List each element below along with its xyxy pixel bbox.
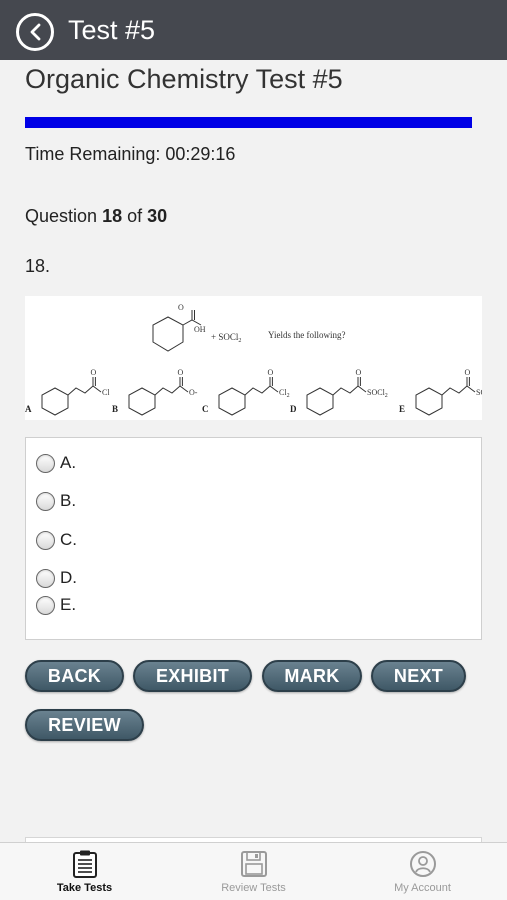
radio-button[interactable]	[36, 491, 55, 511]
radio-button[interactable]	[36, 453, 55, 473]
answer-list: E. A. B. C. D.	[25, 437, 482, 640]
nav-bar: Test #5	[0, 0, 507, 60]
question-counter: Question 18 of 30	[25, 206, 167, 227]
tab-label: My Account	[394, 882, 451, 894]
option-group: O-	[189, 388, 198, 397]
tab-take-tests[interactable]: Take Tests	[0, 843, 169, 900]
answer-label: B.	[60, 491, 77, 510]
user-circle-icon	[409, 851, 436, 877]
question-current: 18	[102, 206, 123, 226]
question-number: 18.	[25, 256, 51, 276]
answer-label: E.	[60, 595, 77, 614]
option-group: SOCl2	[367, 388, 388, 399]
option-letter: C	[202, 404, 209, 414]
radio-button[interactable]	[36, 568, 55, 588]
answer-option-e[interactable]: E.	[36, 593, 76, 617]
option-letter: D	[290, 404, 297, 414]
answer-option-a[interactable]: A.	[36, 451, 76, 475]
reagent-subscript: 2	[238, 338, 241, 344]
figure-prompt: Yields the following?	[268, 330, 346, 340]
answer-option-d[interactable]: D.	[36, 566, 77, 590]
option-group: SO3	[476, 388, 482, 399]
question-prefix: Question	[25, 206, 98, 226]
option-group: Cl2	[279, 388, 290, 399]
option-structure-e: O E SO3	[399, 368, 489, 416]
carbonyl-o: O	[91, 368, 97, 377]
option-letter: A	[25, 404, 32, 414]
radio-button[interactable]	[36, 595, 55, 615]
nav-title: Test #5	[68, 15, 156, 45]
time-remaining: Time Remaining: 00:29:16	[25, 144, 236, 164]
mark-button[interactable]: MARK	[262, 660, 362, 692]
back-question-button[interactable]: BACK	[25, 660, 124, 692]
progress-fill	[25, 117, 472, 128]
answer-option-c[interactable]: C.	[36, 528, 77, 552]
option-group: Cl	[102, 388, 110, 397]
option-structure-c: O C Cl2	[202, 368, 290, 416]
carbonyl-o: O	[356, 368, 362, 377]
test-title: Organic Chemistry Test #5	[25, 64, 343, 94]
question-figure: O OH + SOCl2 Yields the following? O A Cl O…	[25, 296, 489, 420]
tab-bar: Take Tests Review Tests My Account	[0, 842, 507, 900]
tab-label: Review Tests	[221, 882, 286, 894]
option-structure-d: O D SOCl2	[290, 368, 388, 416]
radio-button[interactable]	[36, 530, 55, 550]
tab-label: Take Tests	[56, 882, 113, 894]
answer-label: C.	[60, 530, 77, 549]
answer-label: D.	[60, 568, 77, 587]
option-structure-a: O A Cl	[25, 368, 110, 416]
tab-my-account[interactable]: My Account	[338, 843, 507, 900]
floppy-disk-icon	[240, 851, 267, 877]
clipboard-icon	[72, 850, 97, 878]
reaction-diagram: O OH + SOCl2 Yields the following? OAClO…	[25, 303, 489, 416]
option-structure-b: O B O-	[112, 368, 198, 416]
carbonyl-o: O	[178, 368, 184, 377]
progress-bar	[25, 117, 472, 128]
option-letter: B	[112, 404, 118, 414]
tab-review-tests[interactable]: Review Tests	[169, 843, 338, 900]
reactant-ring	[152, 316, 184, 352]
carbonyl-o: O	[465, 368, 471, 377]
review-button[interactable]: REVIEW	[25, 709, 144, 741]
exhibit-button[interactable]: EXHIBIT	[133, 660, 252, 692]
reagent-label: + SOCl2	[211, 332, 241, 344]
answer-option-b[interactable]: B.	[36, 489, 76, 513]
reactant-oh: OH	[194, 325, 206, 334]
chevron-left-icon	[30, 23, 41, 41]
answer-label: A.	[60, 453, 77, 472]
question-total: 30	[147, 206, 168, 226]
option-letter: E	[399, 404, 405, 414]
next-button[interactable]: NEXT	[371, 660, 466, 692]
reactant-carbonyl-o: O	[178, 303, 184, 312]
question-of: of	[127, 206, 143, 226]
carbonyl-o: O	[268, 368, 274, 377]
back-button[interactable]	[16, 13, 54, 51]
reagent-text: + SOCl	[211, 332, 239, 342]
